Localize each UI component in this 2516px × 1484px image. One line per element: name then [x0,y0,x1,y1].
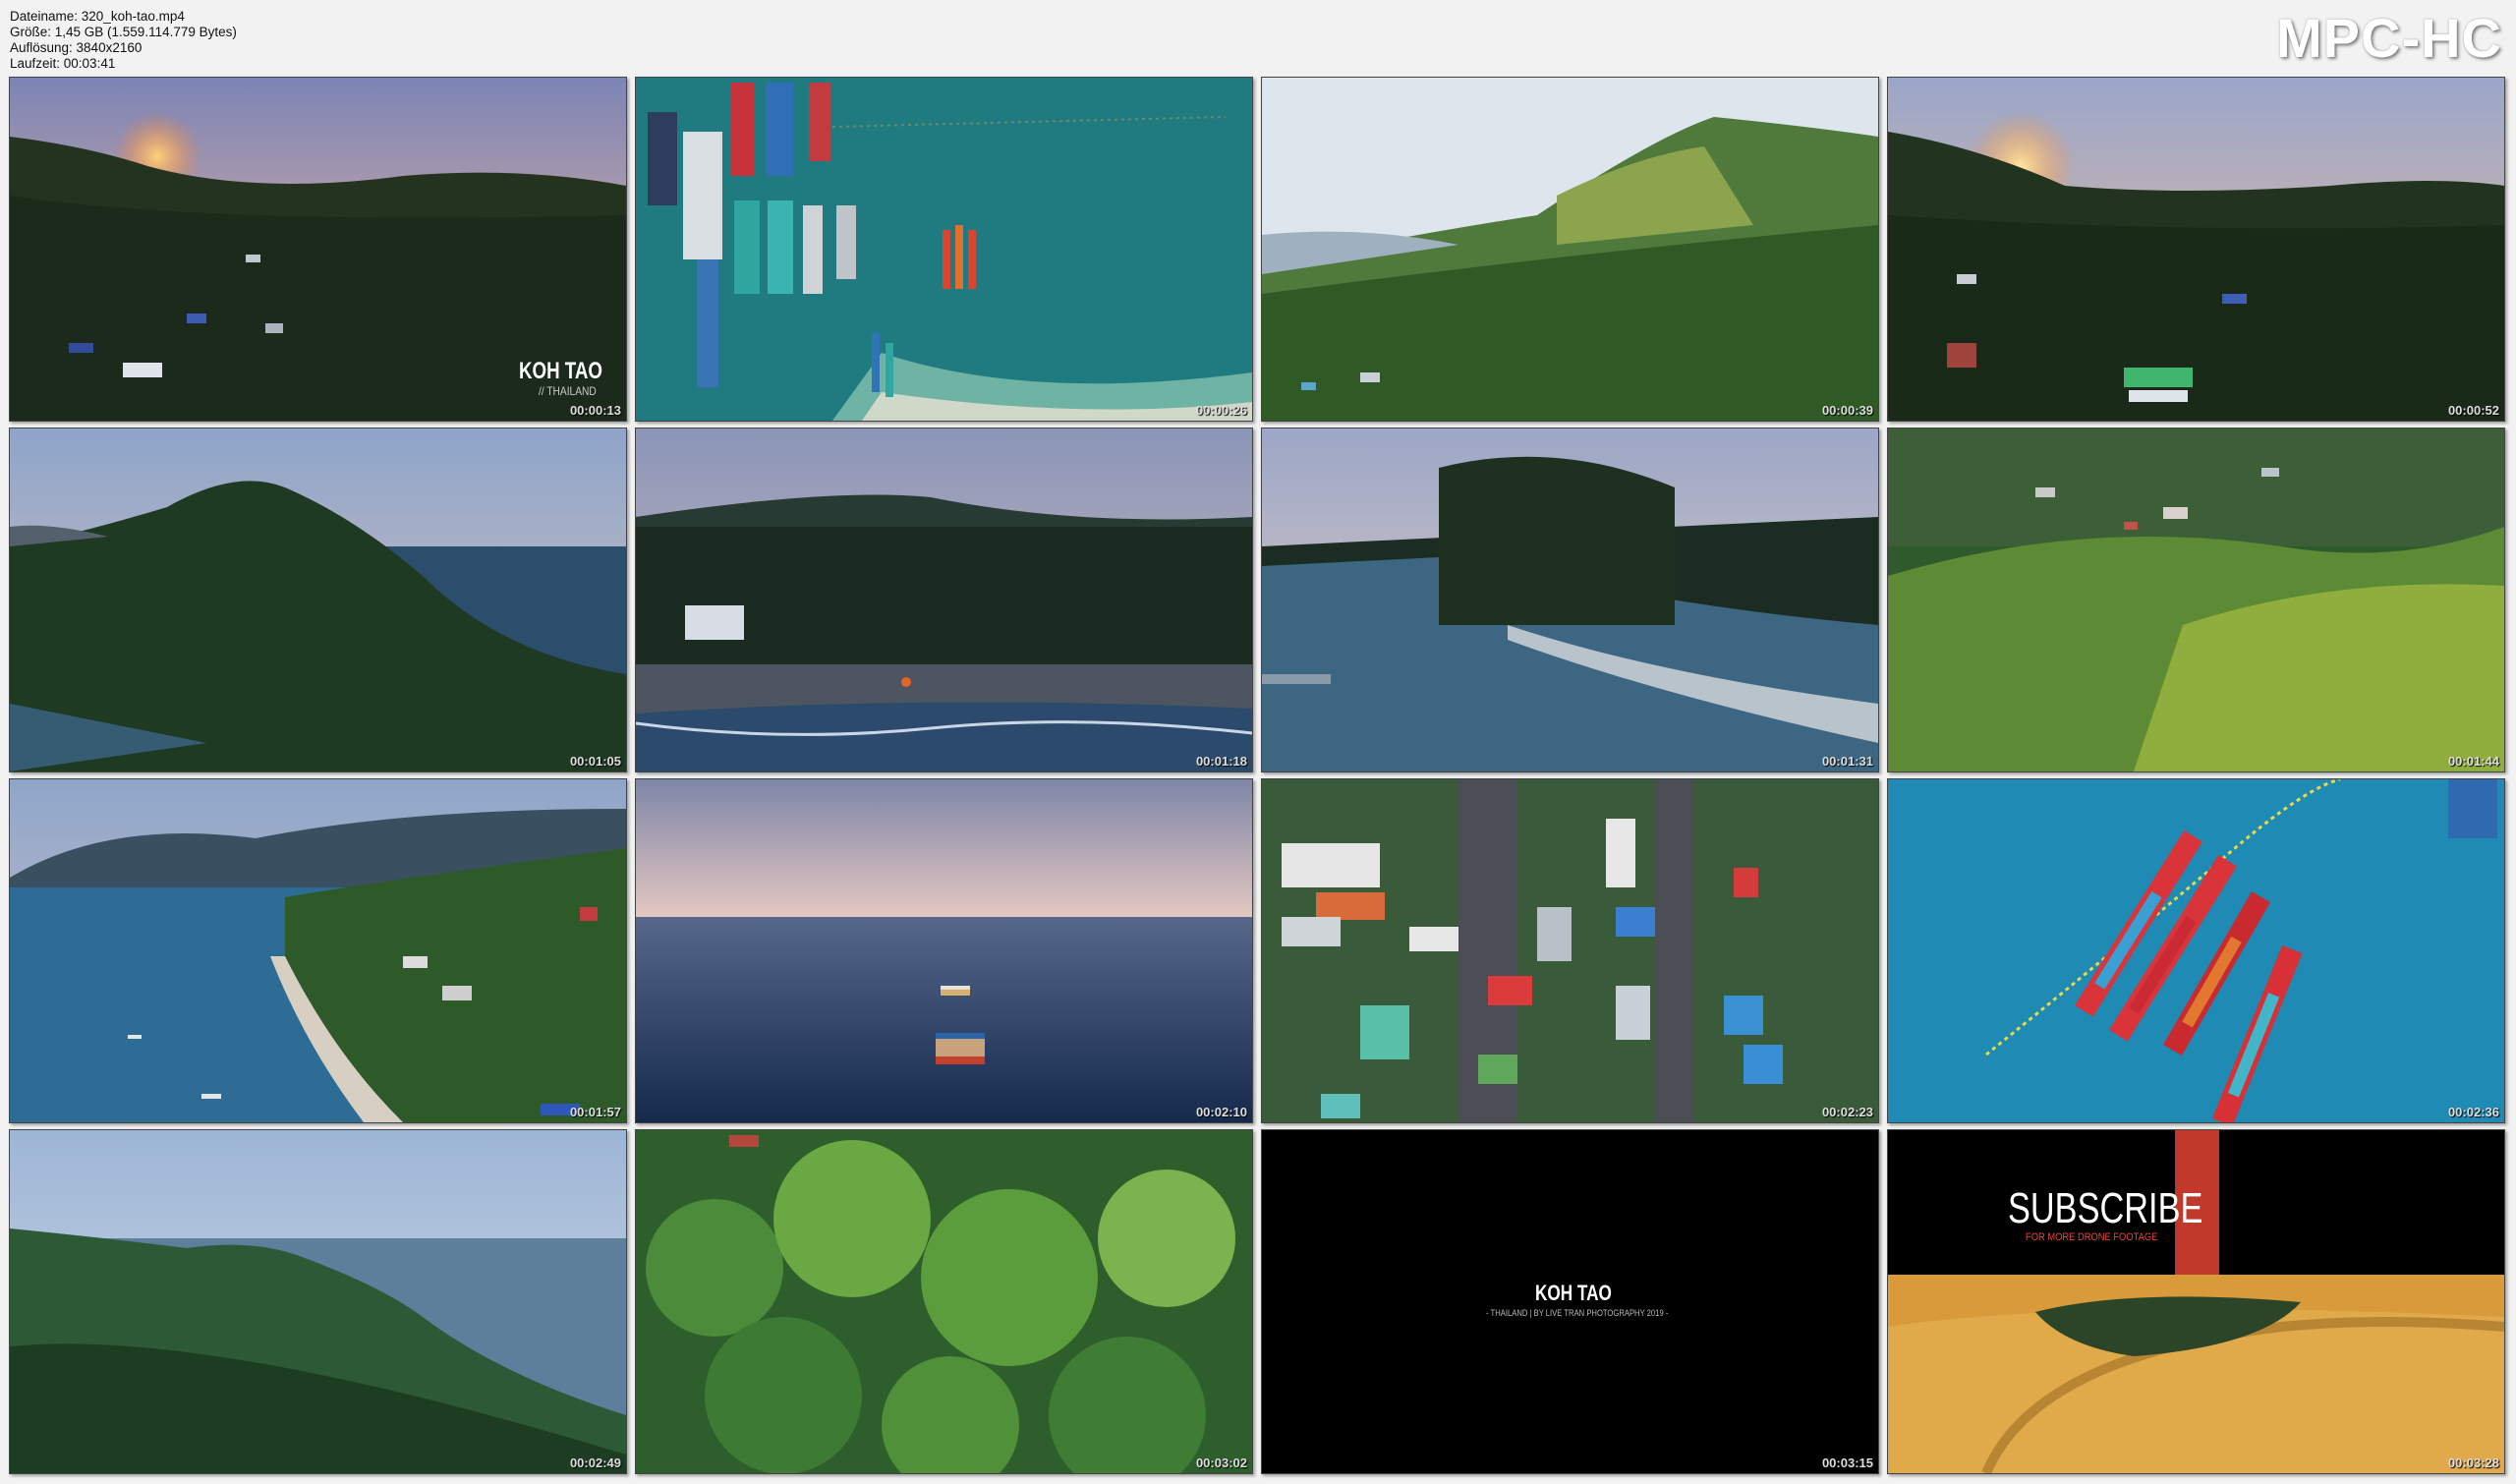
timestamp: 00:03:15 [1821,1455,1873,1470]
timestamp: 00:01:18 [1195,754,1247,769]
resolution-text: Auflösung: 3840x2160 [10,40,143,55]
thumbnail-4[interactable]: 00:00:52 [1887,77,2505,422]
thumbnail-16[interactable]: SUBSCRIBE FOR MORE DRONE FOOTAGE 00:03:2… [1887,1129,2505,1474]
filesize-text: Größe: 1,45 GB (1.559.114.779 Bytes) [10,25,237,39]
timestamp: 00:01:05 [569,754,621,769]
thumbnail-1[interactable]: KOH TAO // THAILAND 00:00:13 [9,77,627,422]
card-subtitle: - THAILAND | BY LIVE TRAN PHOTOGRAPHY 20… [1486,1308,1669,1318]
thailand-subtitle: // THAILAND [539,384,597,398]
thumbnail-7[interactable]: 00:01:31 [1261,428,1879,772]
koh-tao-title: KOH TAO [519,358,602,384]
timestamp: 00:03:02 [1195,1455,1247,1470]
mpc-hc-logo: MPC-HC [2276,7,2502,69]
timestamp: 00:01:57 [569,1105,621,1119]
timestamp: 00:00:13 [569,403,621,418]
thumbnail-2[interactable]: 00:00:26 [635,77,1253,422]
timestamp: 00:00:26 [1195,403,1247,418]
thumbnail-10[interactable]: 00:02:10 [635,778,1253,1123]
thumbnail-15[interactable]: KOH TAO - THAILAND | BY LIVE TRAN PHOTOG… [1261,1129,1879,1474]
timestamp: 00:02:36 [2447,1105,2499,1119]
filename-text: Dateiname: 320_koh-tao.mp4 [10,9,185,24]
file-info: Dateiname: 320_koh-tao.mp4 Größe: 1,45 G… [10,9,237,72]
timestamp: 00:01:31 [1821,754,1873,769]
thumbnail-5[interactable]: 00:01:05 [9,428,627,772]
thumbnail-12[interactable]: 00:02:36 [1887,778,2505,1123]
thumbnail-6[interactable]: 00:01:18 [635,428,1253,772]
timestamp: 00:02:10 [1195,1105,1247,1119]
timestamp: 00:02:23 [1821,1105,1873,1119]
subscribe-text: SUBSCRIBE [2008,1184,2203,1232]
thumbnail-3[interactable]: 00:00:39 [1261,77,1879,422]
timestamp: 00:00:52 [2447,403,2499,418]
duration-text: Laufzeit: 00:03:41 [10,56,116,71]
thumbnail-9[interactable]: 00:01:57 [9,778,627,1123]
timestamp: 00:01:44 [2447,754,2499,769]
thumbnail-11[interactable]: 00:02:23 [1261,778,1879,1123]
subscribe-subtitle: FOR MORE DRONE FOOTAGE [2026,1231,2158,1243]
timestamp: 00:03:28 [2447,1455,2499,1470]
timestamp: 00:00:39 [1821,403,1873,418]
card-title: KOH TAO [1535,1281,1612,1305]
timestamp: 00:02:49 [569,1455,621,1470]
thumbnail-8[interactable]: 00:01:44 [1887,428,2505,772]
thumbnail-14[interactable]: 00:03:02 [635,1129,1253,1474]
thumbnail-13[interactable]: 00:02:49 [9,1129,627,1474]
